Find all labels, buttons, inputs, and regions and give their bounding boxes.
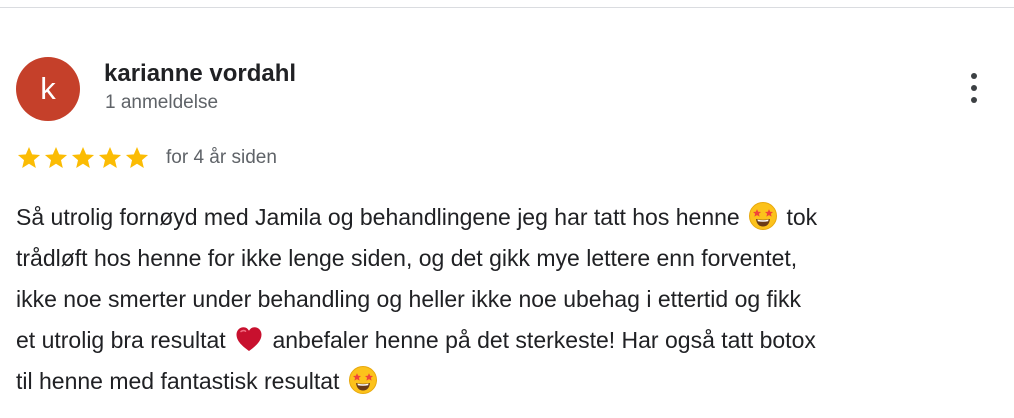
star-icon — [71, 146, 95, 168]
star-icon — [125, 146, 149, 168]
red-heart-emoji — [236, 327, 262, 351]
review-line: trådløft hos henne for ikke lenge siden,… — [16, 245, 798, 271]
star-icon — [98, 146, 122, 168]
top-divider — [0, 7, 1014, 8]
review-text: Så utrolig fornøyd med Jamila og behandl… — [16, 197, 1006, 402]
review-line: til henne med fantastisk resultat — [16, 361, 1006, 402]
review-line: Så utrolig fornøyd med Jamila og behandl… — [16, 197, 1006, 238]
author-name[interactable]: karianne vordahl — [104, 60, 296, 88]
star-rating — [16, 145, 150, 171]
star-struck-emoji — [749, 202, 778, 230]
review-count[interactable]: 1 anmeldelse — [105, 92, 218, 114]
review-date: for 4 år siden — [166, 147, 277, 168]
more-vert-icon[interactable] — [960, 66, 988, 110]
rating-row: for 4 år siden — [16, 144, 277, 172]
star-icon — [44, 146, 68, 168]
star-struck-emoji — [348, 366, 377, 394]
review-line: ikke noe smerter under behandling og hel… — [16, 286, 802, 312]
avatar[interactable]: k — [16, 57, 80, 121]
star-icon — [17, 146, 41, 168]
avatar-letter: k — [40, 71, 56, 106]
review-line: et utrolig bra resultat anbefaler henne … — [16, 320, 1006, 361]
